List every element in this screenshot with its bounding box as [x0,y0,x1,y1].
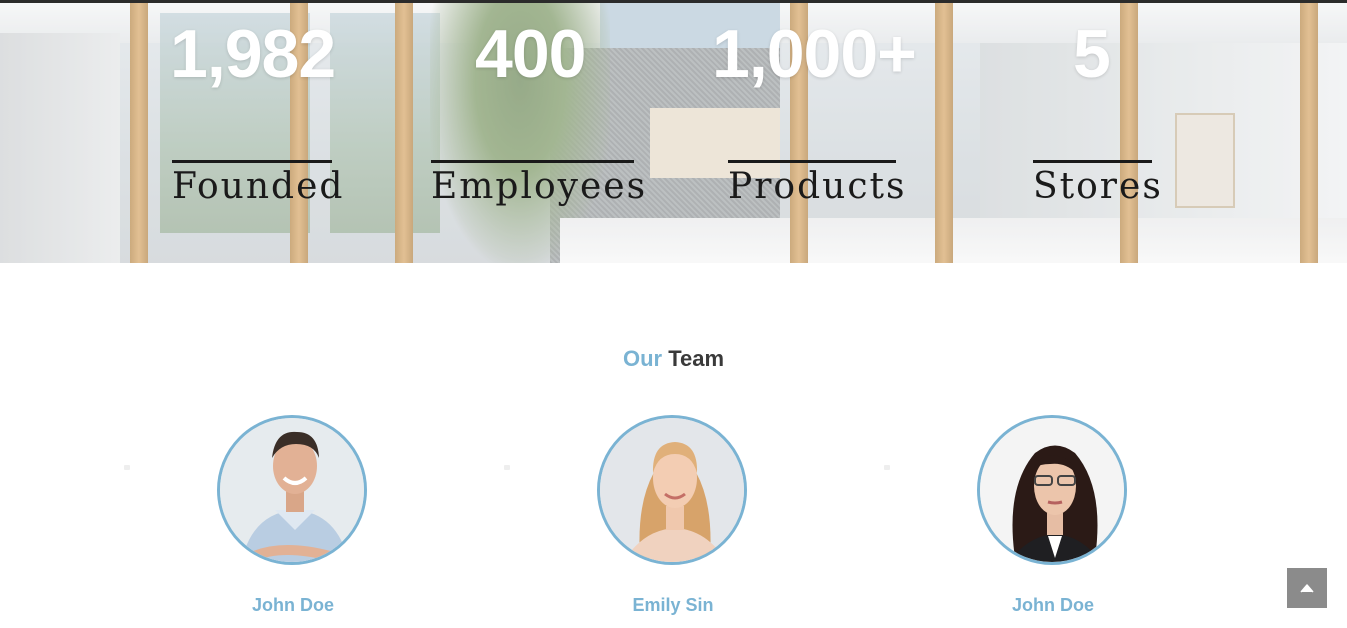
team-heading: Our Team [0,346,1347,372]
stat-label: Founded [172,166,345,207]
carousel-dot [884,465,890,470]
avatar-photo [600,418,744,562]
stat-number: 400 [475,16,586,92]
stat-divider [431,160,634,163]
team-member-card: John Doe [977,415,1129,615]
member-name[interactable]: John Doe [157,595,429,616]
avatar-photo [980,418,1124,562]
team-member-card: Emily Sin [597,415,749,615]
carousel-dot [504,465,510,470]
avatar[interactable] [597,415,747,565]
avatar[interactable] [977,415,1127,565]
stat-divider [172,160,332,163]
stat-number: 5 [1073,16,1111,92]
member-name[interactable]: Emily Sin [537,595,809,616]
avatar[interactable] [217,415,367,565]
team-member-card: John Doe [217,415,369,615]
stat-number: 1,982 [170,16,336,92]
stat-label: Employees [431,166,648,207]
avatar-photo [220,418,364,562]
chevron-up-icon [1300,583,1314,593]
stat-divider [728,160,896,163]
stats-hero: 1,982 Founded 400 Employees 1,000+ Produ… [0,3,1347,263]
stat-label: Stores [1033,166,1163,207]
back-to-top-button[interactable] [1287,568,1327,608]
member-name[interactable]: John Doe [917,595,1189,616]
stat-number: 1,000+ [712,16,917,92]
carousel-dot [124,465,130,470]
team-heading-accent: Our [622,346,663,371]
stat-divider [1033,160,1152,163]
stat-label: Products [728,166,907,207]
team-heading-rest: Team [668,346,725,371]
